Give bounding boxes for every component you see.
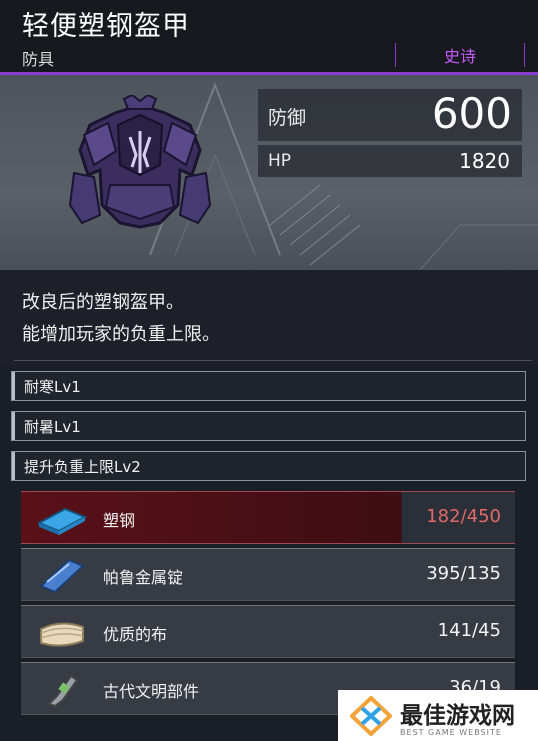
skill-heat-resistance: 耐暑Lv1 [11,411,526,441]
skill-weight-limit: 提升负重上限Lv2 [11,451,526,481]
material-name: 优质的布 [103,625,168,644]
material-count: 141/45 [437,620,501,641]
skill-bar [12,372,15,400]
skill-bar [12,452,15,480]
defense-value: 600 [431,89,512,138]
material-name: 古代文明部件 [103,682,200,701]
material-row-pal-metal-ingot[interactable]: 帕鲁金属锭 395/135 [21,548,515,601]
rarity-badge: 史诗 [395,43,525,67]
item-header: 轻便塑钢盔甲 防具 史诗 [0,0,538,72]
description-divider [14,360,532,361]
watermark-logo-icon [350,696,392,736]
item-category: 防具 [22,50,55,69]
item-description: 改良后的塑钢盔甲。 能增加玩家的负重上限。 [0,270,538,365]
material-count: 395/135 [426,563,501,584]
skill-label: 提升负重上限Lv2 [24,458,141,476]
watermark-text: 最佳游戏网 [400,703,515,729]
defense-stat: 防御 600 [258,89,522,141]
ancient-civilization-parts-icon [47,674,79,708]
material-name: 塑钢 [103,511,136,530]
material-name: 帕鲁金属锭 [103,568,184,587]
skill-label: 耐暑Lv1 [24,418,81,436]
plasteel-armor-icon [68,95,212,229]
skill-cold-resistance: 耐寒Lv1 [11,371,526,401]
material-count: 182/450 [426,506,501,527]
material-row-high-quality-cloth[interactable]: 优质的布 141/45 [21,605,515,658]
item-preview: 防御 600 HP 1820 [0,75,538,270]
high-quality-cloth-icon [40,622,84,647]
hp-value: 1820 [459,149,510,173]
item-name: 轻便塑钢盔甲 [22,11,190,42]
skill-bar [12,412,15,440]
skill-label: 耐寒Lv1 [24,378,81,396]
pal-metal-ingot-icon [39,558,85,594]
description-line: 能增加玩家的负重上限。 [22,324,220,345]
defense-label: 防御 [268,107,307,129]
plasteel-icon [36,507,88,535]
material-row-plasteel[interactable]: 塑钢 182/450 [21,491,515,544]
watermark-subtext: BEST GAME WEBSITE [400,728,502,737]
hp-stat: HP 1820 [258,145,522,177]
site-watermark: 最佳游戏网 BEST GAME WEBSITE [338,690,538,741]
hp-label: HP [268,151,292,171]
description-line: 改良后的塑钢盔甲。 [22,292,184,313]
